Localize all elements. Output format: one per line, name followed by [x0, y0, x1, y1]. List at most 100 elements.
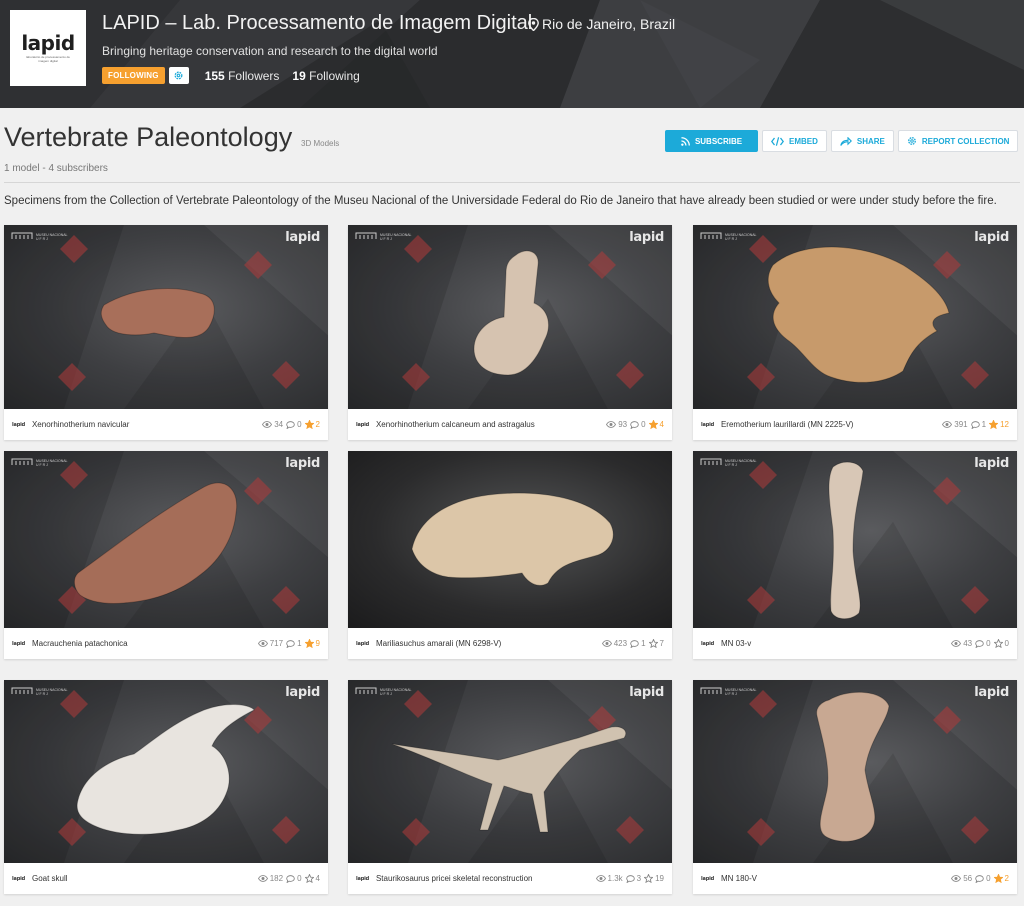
comments-stat[interactable]: 0	[286, 420, 302, 429]
likes-count: 7	[659, 639, 664, 648]
author-avatar[interactable]: lapid	[12, 876, 25, 882]
model-card[interactable]: MUSEU NACIONAL U F R J lapid lapid Macrauche…	[4, 451, 328, 659]
subscribe-button[interactable]: SUBSCRIBE	[665, 130, 758, 152]
org-location-text: Rio de Janeiro, Brazil	[542, 16, 676, 32]
org-logo-wordmark: lapid	[21, 31, 75, 56]
likes-star-icon	[989, 420, 999, 429]
model-name[interactable]: Goat skull	[32, 874, 258, 883]
model-name[interactable]: Xenorhinotherium navicular	[32, 420, 262, 429]
likes-stat[interactable]: 2	[993, 874, 1009, 883]
museum-columns-icon	[11, 458, 33, 465]
model-card[interactable]: MUSEU NACIONAL U F R J lapid lapid Goat skul…	[4, 680, 328, 894]
museum-subtext: U F R J	[725, 692, 737, 697]
model-card[interactable]: MUSEU NACIONAL U F R J lapid lapid Xenorhino…	[348, 225, 672, 440]
comments-count: 0	[297, 874, 302, 883]
model-thumbnail[interactable]: MUSEU NACIONAL U F R J lapid	[4, 680, 328, 863]
model-name[interactable]: MN 03-v	[721, 639, 951, 648]
author-avatar[interactable]: lapid	[356, 876, 369, 882]
following-button[interactable]: FOLLOWING	[102, 67, 165, 84]
model-card[interactable]: MUSEU NACIONAL U F R J lapid lapid Xenorhino…	[4, 225, 328, 440]
likes-stat[interactable]: 4	[648, 420, 664, 429]
views-count: 43	[963, 639, 973, 648]
comments-count: 0	[986, 874, 991, 883]
likes-stat[interactable]: 0	[993, 639, 1009, 648]
museum-subtext: U F R J	[36, 237, 48, 242]
following-stat[interactable]: 19 Following	[292, 69, 359, 83]
model-card[interactable]: MUSEU NACIONAL U F R Jlapid lapid MN 180-V 5…	[693, 680, 1017, 894]
model-thumbnail[interactable]: MUSEU NACIONAL U F R J lapid	[693, 680, 1017, 863]
museu-nacional-logo: MUSEU NACIONAL U F R J	[11, 458, 68, 467]
model-name[interactable]: Staurikosaurus pricei skeletal reconstru…	[376, 874, 596, 883]
likes-stat[interactable]: 2	[304, 420, 320, 429]
report-collection-button[interactable]: REPORT COLLECTION	[897, 130, 1019, 152]
model-name[interactable]: Xenorhinotherium calcaneum and astragalu…	[376, 420, 606, 429]
likes-count: 9	[315, 639, 320, 648]
museu-nacional-logo: MUSEU NACIONAL U F R J	[11, 687, 68, 696]
model-thumbnail[interactable]: MUSEU NACIONAL U F R J lapid	[348, 225, 672, 409]
author-avatar[interactable]: lapid	[701, 876, 714, 882]
comments-bubble-icon	[286, 420, 295, 429]
likes-stat[interactable]: 4	[304, 874, 320, 883]
model-name[interactable]: MN 180-V	[721, 874, 951, 883]
org-name[interactable]: LAPID – Lab. Processamento de Imagem Dig…	[102, 12, 532, 35]
model-thumbnail[interactable]: MUSEU NACIONAL U F R J lapid	[693, 225, 1017, 409]
likes-stat[interactable]: 9	[304, 639, 320, 648]
model-card-footer: lapid MN 180-V 56 0 2	[693, 863, 1017, 894]
comments-count: 0	[641, 420, 646, 429]
likes-star-icon	[304, 874, 314, 883]
comments-stat[interactable]: 1	[630, 639, 646, 648]
mn03-long-bone-shape	[828, 461, 864, 620]
followers-stat[interactable]: 155 Followers	[205, 69, 280, 83]
views-eye-icon	[601, 640, 612, 647]
model-name[interactable]: Mariliasuchus amarali (MN 6298-V)	[376, 639, 602, 648]
author-avatar[interactable]: lapid	[356, 641, 369, 647]
comments-stat[interactable]: 1	[970, 420, 987, 429]
likes-stat[interactable]: 7	[648, 639, 664, 648]
model-name[interactable]: Macrauchenia patachonica	[32, 639, 258, 648]
comments-bubble-icon	[975, 639, 984, 648]
comments-count: 0	[297, 420, 302, 429]
model-scene	[4, 680, 328, 863]
comments-stat[interactable]: 0	[975, 874, 991, 883]
model-card-footer: lapid Staurikosaurus pricei skeletal reco…	[348, 863, 672, 894]
model-scene	[693, 225, 1017, 409]
comments-bubble-icon	[970, 420, 980, 429]
views-stat: 182	[257, 874, 283, 883]
author-avatar[interactable]: lapid	[356, 422, 369, 428]
author-avatar[interactable]: lapid	[12, 641, 25, 647]
views-stat: 34	[262, 420, 283, 429]
comments-count: 1	[981, 420, 987, 429]
comments-stat[interactable]: 0	[975, 639, 991, 648]
comments-stat[interactable]: 0	[630, 420, 646, 429]
author-avatar[interactable]: lapid	[701, 422, 714, 428]
comments-stat[interactable]: 0	[286, 874, 302, 883]
views-count: 423	[613, 639, 628, 648]
likes-stat[interactable]: 12	[989, 420, 1009, 429]
model-thumbnail[interactable]: MUSEU NACIONAL U F R J lapid	[693, 451, 1017, 628]
comments-bubble-icon	[630, 420, 639, 429]
comments-bubble-icon	[286, 874, 295, 883]
comments-stat[interactable]: 1	[286, 639, 302, 648]
author-avatar[interactable]: lapid	[12, 422, 25, 428]
likes-stat[interactable]: 19	[644, 874, 664, 883]
model-stats: 423 1 7	[601, 639, 664, 648]
model-card[interactable]: MUSEU NACIONAL U F R J lapid lapid Eremother…	[693, 225, 1017, 440]
comments-stat[interactable]: 3	[625, 874, 641, 883]
model-thumbnail[interactable]: MUSEU NACIONAL U F R J lapid	[4, 451, 328, 628]
model-name[interactable]: Eremotherium laurillardi (MN 2225-V)	[721, 420, 942, 429]
follow-settings-button[interactable]	[168, 67, 189, 84]
museu-nacional-logo: MUSEU NACIONAL U F R J	[700, 232, 757, 241]
model-card[interactable]: MUSEU NACIONAL U F R J lapid lapid Staurikos…	[348, 680, 672, 894]
museum-logo-text: MUSEU NACIONAL U F R J	[36, 459, 68, 467]
model-thumbnail[interactable]: MUSEU NACIONAL U F R J lapid	[348, 680, 672, 863]
model-card[interactable]: MUSEU NACIONAL U F R Jlapid lapid MN 03-v 43…	[693, 451, 1017, 659]
embed-button[interactable]: EMBED	[762, 130, 827, 152]
follow-row: FOLLOWING 155 Followers 19 Following	[102, 67, 360, 84]
model-card[interactable]: lapid Mariliasuchus amarali (MN 6298-V) 42…	[348, 451, 672, 659]
author-avatar[interactable]: lapid	[701, 641, 714, 647]
model-thumbnail[interactable]: MUSEU NACIONAL U F R J lapid	[4, 225, 328, 409]
views-eye-icon	[257, 640, 268, 647]
org-avatar[interactable]: lapid laboratório de processamento de im…	[10, 10, 86, 86]
model-thumbnail[interactable]	[348, 451, 672, 628]
share-button[interactable]: SHARE	[830, 130, 894, 152]
